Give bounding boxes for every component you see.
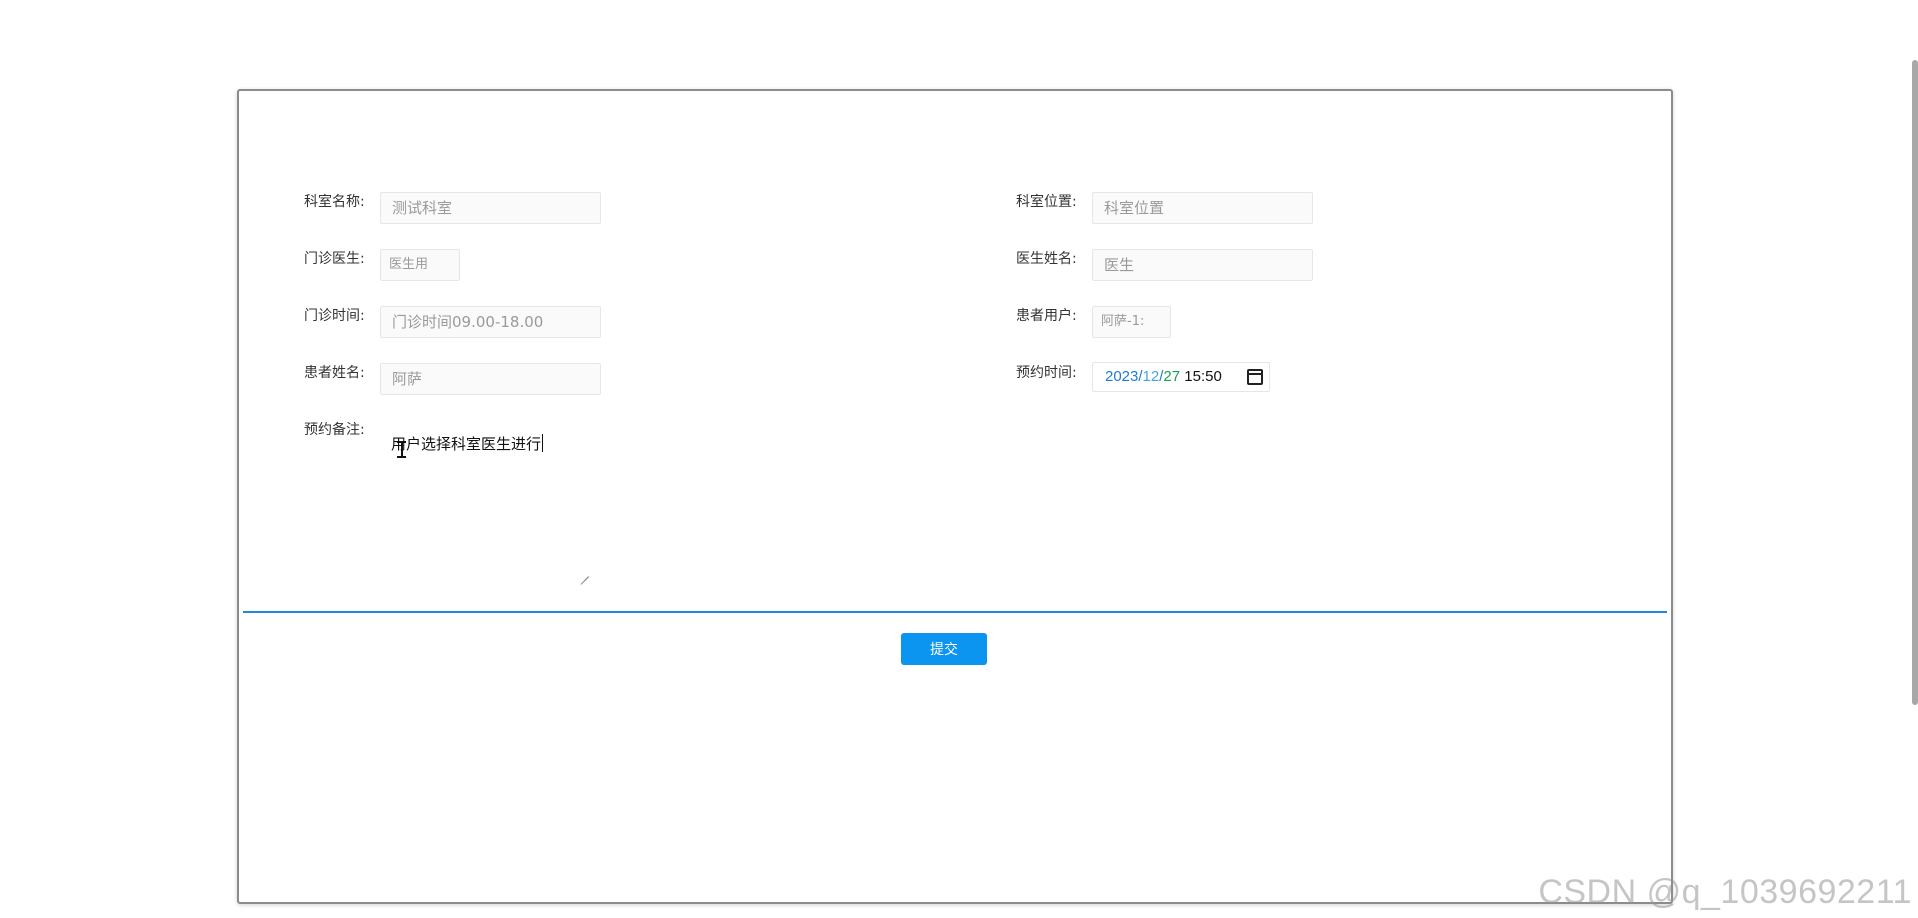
text-caret: [542, 434, 544, 452]
doctor-name-label: 医生姓名:: [1016, 251, 1077, 267]
patient-name-label: 患者姓名:: [304, 365, 365, 381]
watermark: CSDN @q_1039692211: [1538, 873, 1912, 911]
date-year: 2023: [1105, 368, 1139, 385]
dept-name-input[interactable]: 测试科室: [380, 192, 601, 224]
appointment-note-textarea[interactable]: 用户选择科室医生进行: [391, 434, 591, 580]
patient-user-input[interactable]: 阿萨-1:: [1092, 306, 1171, 338]
text-cursor-icon: [397, 441, 406, 458]
clinic-doctor-label: 门诊医生:: [304, 251, 365, 267]
appointment-time-input[interactable]: 2023/12/27 15:50: [1092, 362, 1270, 392]
appointment-time-label: 预约时间:: [1016, 365, 1077, 381]
resize-handle-icon[interactable]: [579, 567, 589, 577]
patient-user-label: 患者用户:: [1016, 308, 1077, 324]
scrollbar[interactable]: [1912, 60, 1918, 705]
dept-name-label: 科室名称:: [304, 194, 365, 210]
divider: [243, 611, 1667, 613]
doctor-name-input[interactable]: 医生: [1092, 249, 1313, 281]
date-month: 12: [1142, 368, 1160, 385]
time-value: 15:50: [1184, 368, 1222, 385]
date-day: 27: [1163, 368, 1181, 385]
clinic-doctor-input[interactable]: 医生用: [380, 249, 460, 281]
submit-button[interactable]: 提交: [901, 633, 987, 665]
appointment-note-label: 预约备注:: [304, 422, 365, 438]
patient-name-input[interactable]: 阿萨: [380, 363, 601, 395]
clinic-time-label: 门诊时间:: [304, 308, 365, 324]
calendar-icon[interactable]: [1247, 369, 1263, 385]
appointment-note-text: 用户选择科室医生进行: [391, 435, 542, 453]
clinic-time-input[interactable]: 门诊时间09.00-18.00: [380, 306, 601, 338]
dept-location-input[interactable]: 科室位置: [1092, 192, 1313, 224]
dept-location-label: 科室位置:: [1016, 194, 1077, 210]
